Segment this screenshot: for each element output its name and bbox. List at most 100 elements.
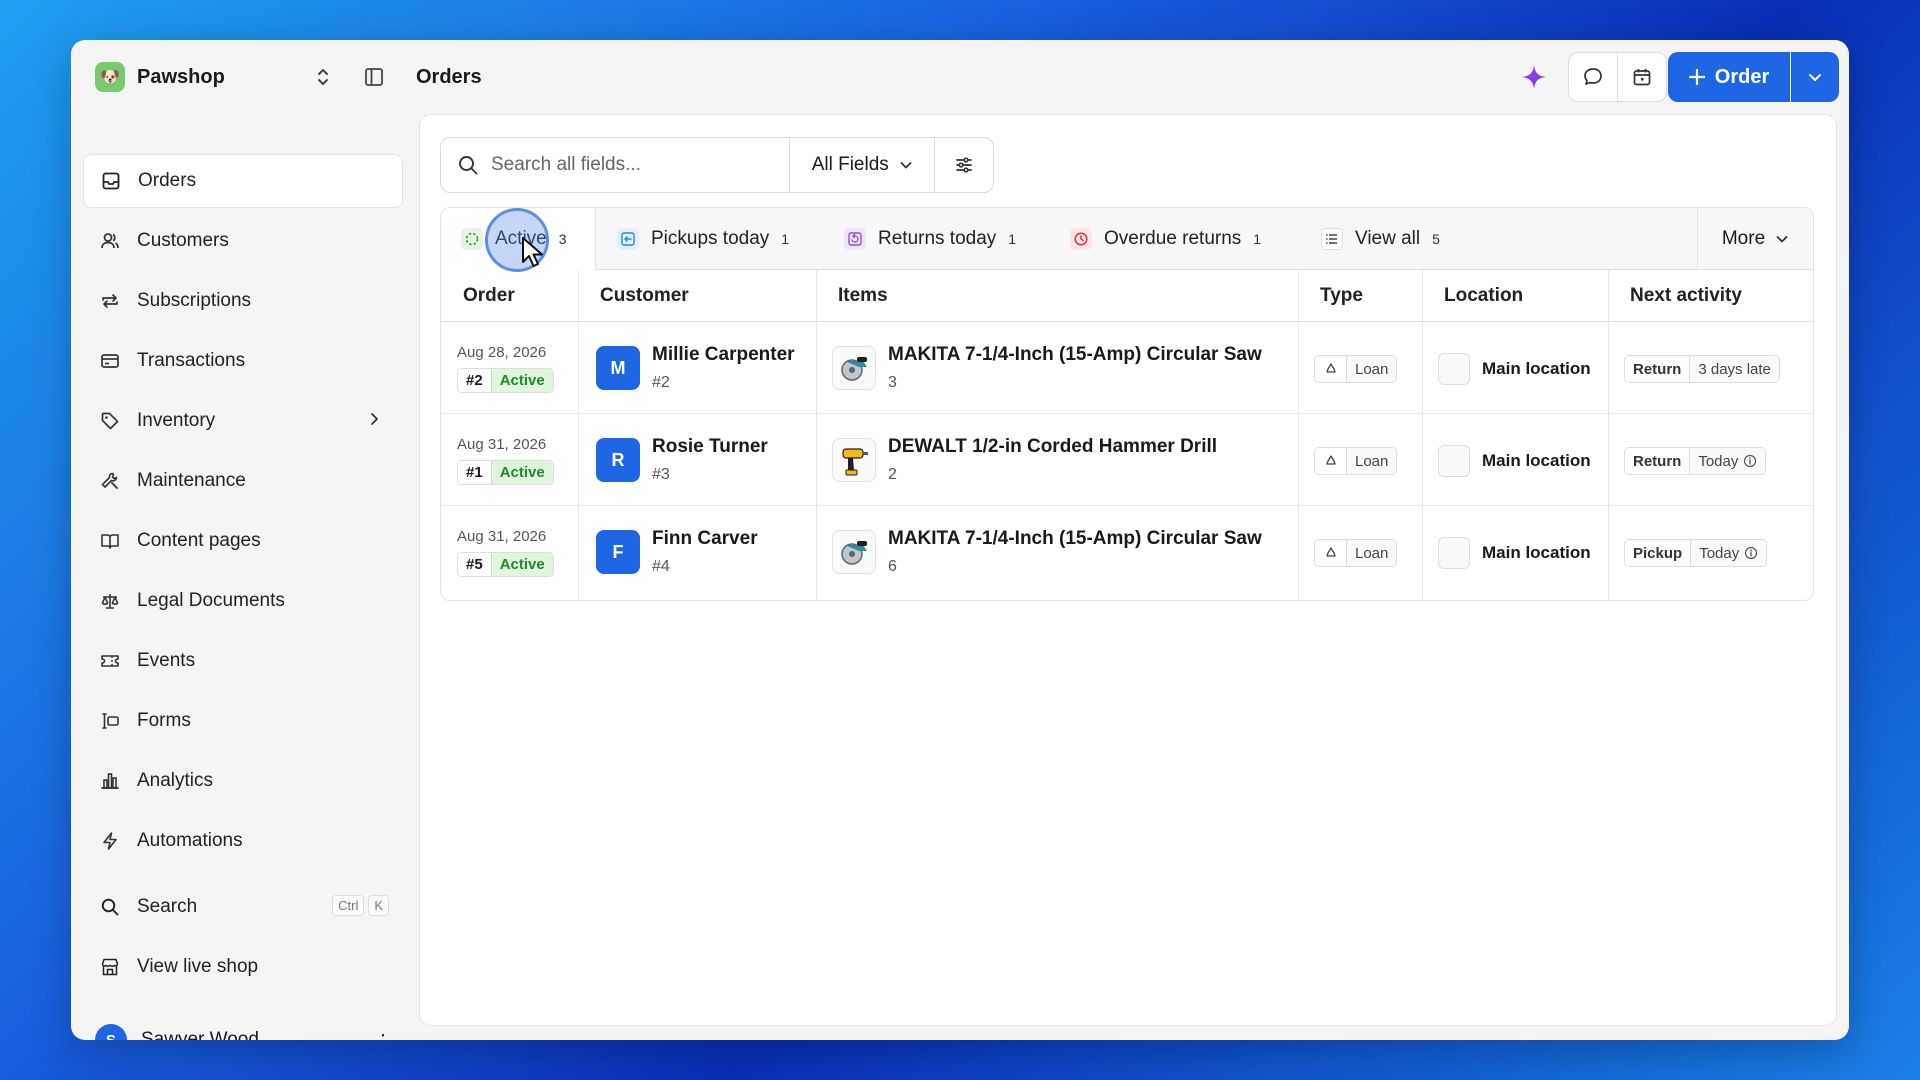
item-name: DEWALT 1/2-in Corded Hammer Drill <box>888 436 1218 457</box>
items-cell[interactable]: MAKITA 7-1/4-Inch (15-Amp) Circular Saw … <box>816 322 1298 414</box>
customer-cell[interactable]: R Rosie Turner #3 <box>578 414 816 506</box>
info-icon <box>1744 454 1757 468</box>
recycle-icon <box>1315 540 1347 566</box>
column-header-order[interactable]: Order <box>441 270 515 322</box>
workspace-switch-icon[interactable] <box>311 64 335 90</box>
order-badge: #1 Active <box>457 460 554 485</box>
ticket-icon <box>99 650 121 672</box>
sidebar-item-orders[interactable]: Orders <box>83 154 403 208</box>
avatar: R <box>596 438 640 482</box>
sidebar-item-label: Maintenance <box>137 470 246 491</box>
return-icon <box>844 228 866 250</box>
filter-settings-button[interactable] <box>935 138 993 192</box>
items-cell[interactable]: DEWALT 1/2-in Corded Hammer Drill 2 <box>816 414 1298 506</box>
sidebar-item-maintenance[interactable]: Maintenance <box>83 454 403 508</box>
location-icon <box>1438 537 1470 569</box>
info-icon <box>1745 546 1758 560</box>
search-shortcut: Ctrl K <box>332 895 389 916</box>
column-header-customer[interactable]: Customer <box>578 270 689 322</box>
sidebar-item-inventory[interactable]: Inventory <box>83 394 403 448</box>
users-icon <box>99 230 121 252</box>
table-row[interactable]: Aug 28, 2026 #2 Active M Millie Carpenter… <box>441 322 1813 414</box>
new-order-button[interactable]: Order <box>1668 52 1790 102</box>
pawshop-logo-icon: 🐶 <box>95 62 125 92</box>
sidebar-item-label: Transactions <box>137 350 246 371</box>
sidebar-item-automations[interactable]: Automations <box>83 814 403 868</box>
search-input[interactable] <box>491 154 781 176</box>
fields-select[interactable]: All Fields <box>790 138 936 192</box>
type-cell: Loan <box>1298 322 1422 414</box>
order-badge: #2 Active <box>457 368 554 393</box>
tab-pickups-today[interactable]: Pickups today 1 <box>617 208 789 270</box>
sidebar-item-analytics[interactable]: Analytics <box>83 754 403 808</box>
sliders-icon <box>956 157 972 173</box>
tab-overdue-returns[interactable]: Overdue returns 1 <box>1070 208 1261 270</box>
location-cell: Main location <box>1422 506 1608 598</box>
calendar-button[interactable] <box>1617 52 1667 102</box>
location-name: Main location <box>1482 543 1591 562</box>
sidebar-item-forms[interactable]: Forms <box>83 694 403 748</box>
pickup-icon <box>617 228 639 250</box>
activity-badge: Pickup Today <box>1624 539 1768 567</box>
order-date: Aug 31, 2026 <box>457 436 547 453</box>
type-cell: Loan <box>1298 414 1422 506</box>
location-cell: Main location <box>1422 322 1608 414</box>
sidebar-item-view-live-shop[interactable]: View live shop <box>83 940 403 994</box>
sidebar-item-events[interactable]: Events <box>83 634 403 688</box>
sidebar-item-label: Subscriptions <box>137 290 252 311</box>
sidebar: Orders Customers Subscriptions Transacti… <box>71 114 419 1040</box>
user-profile[interactable]: S Sawyer Wood <box>95 1024 259 1040</box>
more-tabs-button[interactable]: More <box>1697 208 1813 270</box>
column-header-items[interactable]: Items <box>816 270 888 322</box>
circular-saw-icon <box>832 346 876 390</box>
sidebar-item-customers[interactable]: Customers <box>83 214 403 268</box>
status-badge: Active <box>490 369 553 392</box>
status-badge: Active <box>490 461 553 484</box>
sidebar-item-label: Content pages <box>137 530 261 551</box>
sidebar-item-content-pages[interactable]: Content pages <box>83 514 403 568</box>
column-header-location[interactable]: Location <box>1422 270 1523 322</box>
sidebar-item-subscriptions[interactable]: Subscriptions <box>83 274 403 328</box>
column-header-next-activity[interactable]: Next activity <box>1608 270 1742 322</box>
tab-active[interactable]: Active 3 <box>441 208 596 272</box>
new-order-dropdown[interactable] <box>1791 52 1839 102</box>
tab-count: 5 <box>1432 231 1440 247</box>
tab-view-all[interactable]: View all 5 <box>1321 208 1440 270</box>
tab-returns-today[interactable]: Returns today 1 <box>844 208 1016 270</box>
brand[interactable]: 🐶 Pawshop <box>95 62 225 92</box>
customer-cell[interactable]: F Finn Carver #4 <box>578 506 816 598</box>
sidebar-item-transactions[interactable]: Transactions <box>83 334 403 388</box>
activity-badge: Return Today <box>1624 447 1767 475</box>
table-row[interactable]: Aug 31, 2026 #5 Active F Finn Carver #4 M… <box>441 506 1813 598</box>
calendar-icon <box>1633 69 1651 86</box>
items-cell[interactable]: MAKITA 7-1/4-Inch (15-Amp) Circular Saw … <box>816 506 1298 598</box>
customer-cell[interactable]: M Millie Carpenter #2 <box>578 322 816 414</box>
sidebar-item-label: Forms <box>137 710 191 731</box>
chat-button[interactable] <box>1568 52 1618 102</box>
ai-sparkle-icon[interactable] <box>1517 60 1551 94</box>
sidebar-item-legal-documents[interactable]: Legal Documents <box>83 574 403 628</box>
location-icon <box>1438 445 1470 477</box>
table-body: Aug 28, 2026 #2 Active M Millie Carpenter… <box>441 322 1813 600</box>
tab-label: View all <box>1355 228 1421 249</box>
fields-select-label: All Fields <box>811 154 889 175</box>
sidebar-item-label: Analytics <box>137 770 214 791</box>
recycle-icon <box>1315 356 1347 382</box>
hammer-drill-icon <box>832 438 876 482</box>
table-row[interactable]: Aug 31, 2026 #1 Active R Rosie Turner #3 … <box>441 414 1813 506</box>
sidebar-item-search[interactable]: Search Ctrl K <box>83 880 403 934</box>
orders-table: Active 3 Pickups today 1 Returns today 1 <box>440 207 1814 601</box>
wrench-icon <box>99 470 121 492</box>
search-bar: All Fields <box>440 137 994 193</box>
sidebar-item-label: View live shop <box>137 956 259 977</box>
status-badge: Active <box>490 553 553 576</box>
app-window: 🐶 Pawshop Orders Order Orders Customers … <box>71 40 1849 1040</box>
location-name: Main location <box>1482 359 1591 378</box>
customer-id: #2 <box>652 374 670 391</box>
sidebar-toggle-icon[interactable] <box>361 64 387 90</box>
column-header-type[interactable]: Type <box>1298 270 1363 322</box>
order-date: Aug 31, 2026 <box>457 528 547 545</box>
more-vertical-icon[interactable]: ⋮ <box>373 1029 393 1041</box>
repeat-icon <box>99 290 121 312</box>
item-name: MAKITA 7-1/4-Inch (15-Amp) Circular Saw <box>888 528 1262 549</box>
